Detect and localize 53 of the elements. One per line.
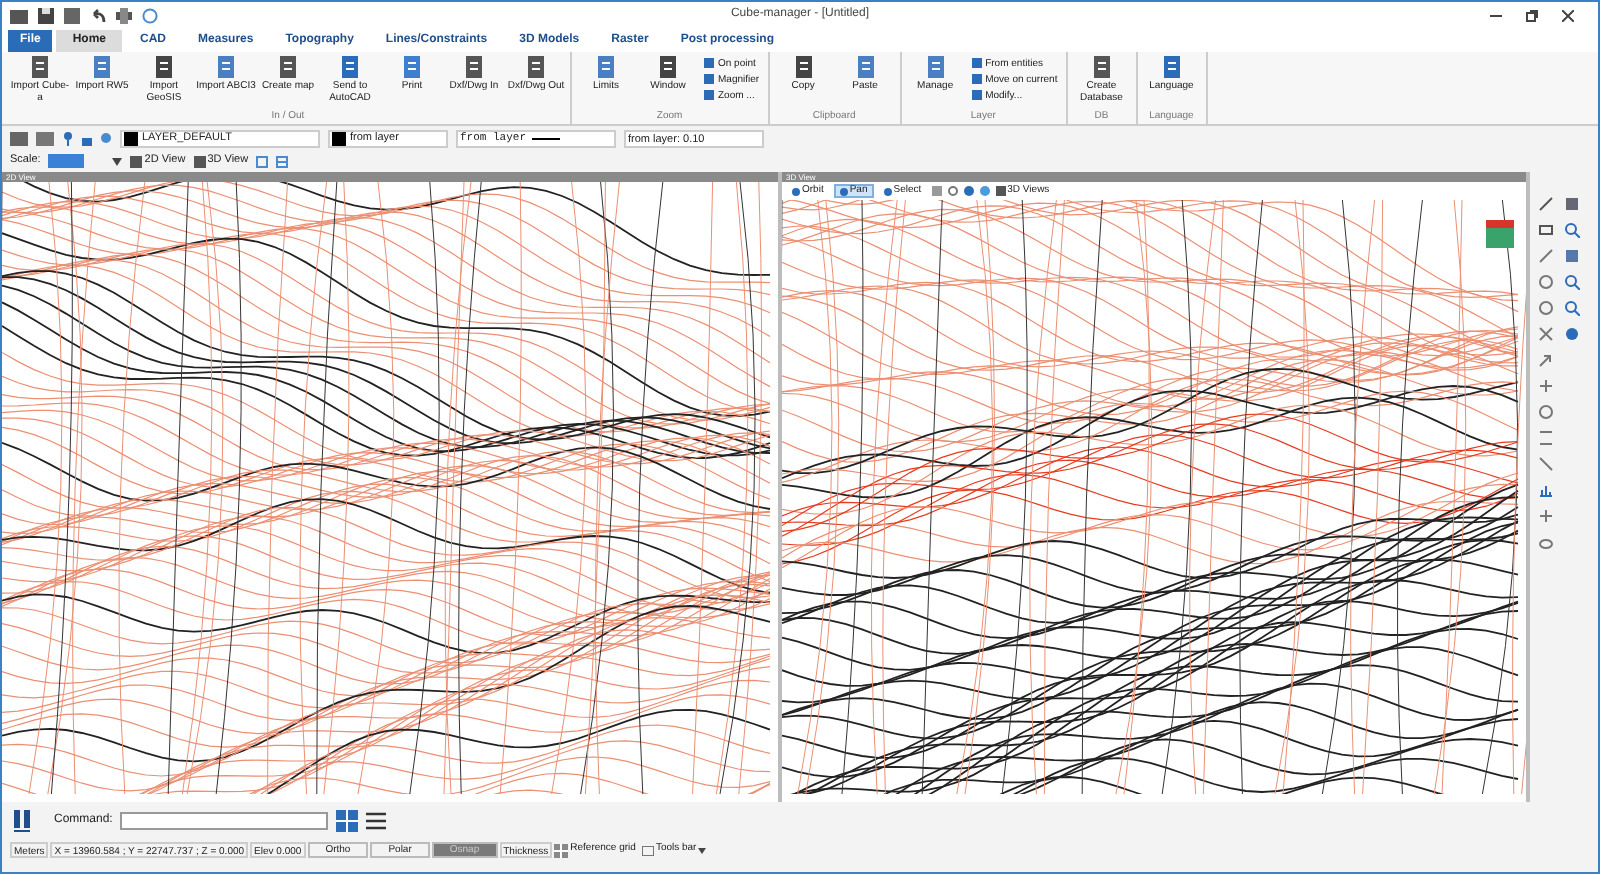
caret-icon[interactable] (698, 847, 707, 853)
document-icon[interactable] (154, 56, 174, 78)
small-square-icon[interactable] (971, 74, 982, 84)
document-icon[interactable] (1161, 56, 1182, 78)
toolbar-icon[interactable] (641, 845, 654, 855)
arrow-icon[interactable] (1538, 352, 1554, 368)
document-icon[interactable] (340, 56, 360, 78)
document-icon[interactable] (596, 56, 616, 78)
restore-icon[interactable] (1526, 9, 1538, 21)
window-icon[interactable] (276, 155, 289, 167)
zoom-icon[interactable] (1564, 222, 1580, 238)
pencil-icon[interactable] (1538, 196, 1554, 212)
pin-icon[interactable] (62, 131, 74, 145)
small-square-icon[interactable] (971, 58, 982, 68)
line-icon[interactable] (1538, 248, 1554, 264)
zoom-icon[interactable] (1564, 300, 1580, 316)
plus-icon[interactable] (1538, 378, 1554, 394)
document-icon[interactable] (216, 56, 236, 78)
plus-icon[interactable] (1538, 508, 1554, 524)
minimize-icon[interactable] (1490, 9, 1502, 21)
document-icon[interactable] (464, 56, 484, 78)
small-square-icon[interactable] (971, 90, 982, 100)
chart-icon[interactable] (1538, 482, 1554, 498)
window-icon[interactable] (256, 155, 269, 167)
document-icon[interactable] (925, 56, 946, 78)
document-icon[interactable] (793, 56, 814, 78)
panel-icon[interactable] (14, 810, 30, 832)
color-swatch-icon[interactable] (332, 131, 346, 145)
close-icon[interactable] (1562, 9, 1574, 21)
zoom-icon[interactable] (1564, 274, 1580, 290)
line-icon[interactable] (1538, 456, 1554, 472)
cross-icon[interactable] (1538, 326, 1554, 342)
circle-icon[interactable] (1538, 404, 1554, 420)
circle-icon[interactable] (947, 186, 958, 196)
document-icon[interactable] (1091, 56, 1112, 78)
command-field[interactable] (120, 812, 329, 830)
scale-field[interactable] (48, 154, 85, 168)
undo-icon[interactable] (90, 7, 106, 23)
document-icon[interactable] (278, 56, 298, 78)
save-icon[interactable] (38, 7, 54, 23)
color-swatch-icon[interactable] (124, 131, 138, 145)
document-icon[interactable] (402, 56, 422, 78)
document-icon[interactable] (658, 56, 678, 78)
document-icon[interactable] (30, 56, 50, 78)
circle-icon[interactable] (1538, 274, 1554, 290)
rectangle-icon[interactable] (1538, 222, 1554, 238)
list-icon[interactable] (366, 812, 387, 830)
document-icon[interactable] (855, 56, 876, 78)
document-icon[interactable] (92, 56, 112, 78)
document-icon[interactable] (526, 56, 546, 78)
circle-icon[interactable] (1538, 300, 1554, 316)
line-sample-icon[interactable] (532, 135, 561, 141)
caret-icon[interactable] (112, 157, 123, 165)
